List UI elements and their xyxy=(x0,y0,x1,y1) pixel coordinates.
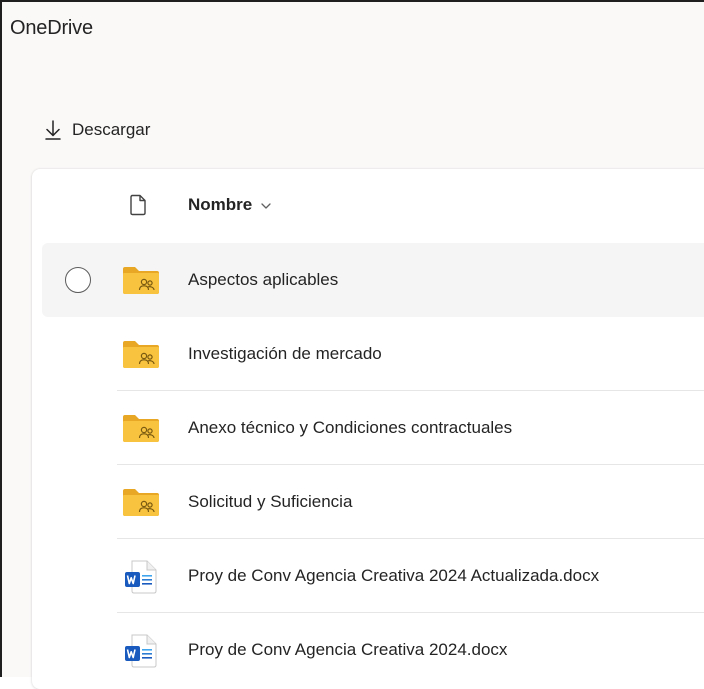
file-list-header: Nombre xyxy=(32,169,704,243)
shared-folder-icon xyxy=(121,486,161,523)
list-item[interactable]: Proy de Conv Agencia Creativa 2024 Actua… xyxy=(32,539,704,613)
word-document-icon xyxy=(121,560,161,599)
shared-folder-icon xyxy=(121,338,161,375)
shared-folder-icon xyxy=(121,264,161,301)
item-name[interactable]: Aspectos aplicables xyxy=(188,270,338,290)
download-label: Descargar xyxy=(72,120,151,139)
list-item[interactable]: Solicitud y Suficiencia xyxy=(32,465,704,539)
list-item[interactable]: Aspectos aplicables xyxy=(42,243,704,317)
app-title: OneDrive xyxy=(10,17,93,39)
download-icon xyxy=(44,119,62,141)
list-item[interactable]: Investigación de mercado xyxy=(32,317,704,391)
word-document-icon xyxy=(121,634,161,673)
file-type-header-icon[interactable] xyxy=(129,194,147,221)
item-name[interactable]: Solicitud y Suficiencia xyxy=(188,492,352,512)
select-checkbox[interactable] xyxy=(65,267,91,293)
name-column-label: Nombre xyxy=(188,195,253,214)
item-name[interactable]: Proy de Conv Agencia Creativa 2024 Actua… xyxy=(188,566,599,586)
sort-by-name-header[interactable]: Nombre xyxy=(188,195,272,215)
file-list: Nombre Aspectos aplicables Investigación… xyxy=(32,169,704,689)
chevron-down-icon xyxy=(260,195,272,215)
onedrive-window: OneDrive Descargar Nombre Aspectos aplic… xyxy=(0,0,704,689)
shared-folder-icon xyxy=(121,412,161,449)
item-name[interactable]: Anexo técnico y Condiciones contractuale… xyxy=(188,418,512,438)
download-button[interactable]: Descargar xyxy=(44,116,150,144)
file-rows: Aspectos aplicables Investigación de mer… xyxy=(32,243,704,687)
list-item[interactable]: Proy de Conv Agencia Creativa 2024.docx xyxy=(32,613,704,687)
list-item[interactable]: Anexo técnico y Condiciones contractuale… xyxy=(32,391,704,465)
item-name[interactable]: Proy de Conv Agencia Creativa 2024.docx xyxy=(188,640,507,660)
item-name[interactable]: Investigación de mercado xyxy=(188,344,382,364)
